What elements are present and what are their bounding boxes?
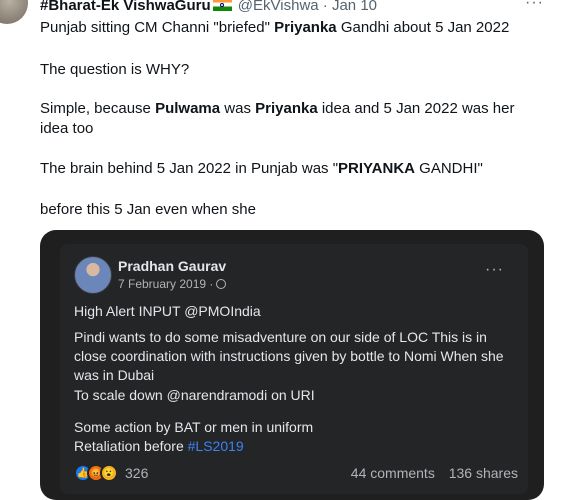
reaction-bar: 👍 😡 😮 326 xyxy=(74,464,148,482)
post-author-avatar xyxy=(74,256,112,294)
post-date: 7 February 2019 · xyxy=(118,277,227,291)
globe-icon xyxy=(216,279,227,289)
post-author-name: Pradhan Gaurav xyxy=(118,258,227,274)
post-text-4: Some action by BAT or men in uniform Ret… xyxy=(74,419,314,454)
post-stats: 44 comments 136 shares xyxy=(341,465,518,481)
more-options-icon[interactable]: ··· xyxy=(525,0,544,12)
tweet-line-5: before this 5 Jan even when she xyxy=(40,201,256,218)
hashtag-link: #LS2019 xyxy=(187,438,244,454)
tweet-line-1: Punjab sitting CM Channi "briefed" Priya… xyxy=(40,19,510,36)
embedded-image[interactable]: Pradhan Gaurav 7 February 2019 · ··· Hig… xyxy=(40,230,544,500)
wow-icon: 😮 xyxy=(100,464,118,482)
author-handle[interactable]: @EkVishwa xyxy=(238,0,319,14)
tweet-line-4: The brain behind 5 Jan 2022 in Punjab wa… xyxy=(40,160,483,177)
author-avatar[interactable] xyxy=(0,0,28,24)
post-text-1: High Alert INPUT @PMOIndia xyxy=(74,303,261,319)
tweet-header: #Bharat-Ek VishwaGuru @EkVishwa · Jan 10 xyxy=(40,0,377,16)
post-more-icon: ··· xyxy=(485,261,504,278)
author-name[interactable]: #Bharat-Ek VishwaGuru xyxy=(40,0,211,14)
tweet-time[interactable]: Jan 10 xyxy=(332,0,377,14)
post-text-2: Pindi wants to do some misadventure on o… xyxy=(74,329,504,383)
facebook-post-card: Pradhan Gaurav 7 February 2019 · ··· Hig… xyxy=(60,244,528,494)
header-separator: · xyxy=(322,0,328,14)
post-text-3: To scale down @narendramodi on URI xyxy=(74,387,315,403)
comments-count: 44 comments xyxy=(350,465,435,481)
shares-count: 136 shares xyxy=(448,465,518,481)
tweet-line-2: The question is WHY? xyxy=(40,61,190,78)
tweet-line-3: Simple, because Pulwama was Priyanka ide… xyxy=(40,100,515,137)
india-flag-icon xyxy=(212,0,232,11)
reaction-count: 326 xyxy=(125,465,149,481)
